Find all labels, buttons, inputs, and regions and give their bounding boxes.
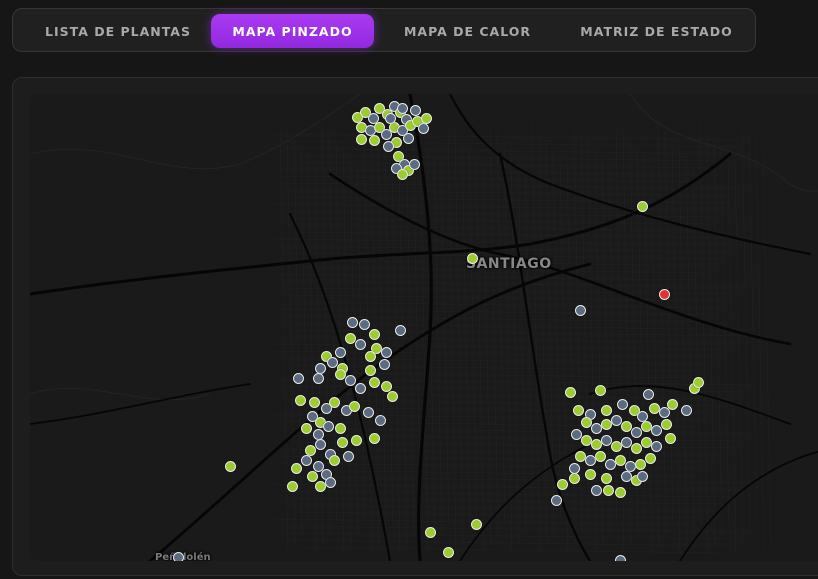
plant-pin[interactable] [307, 471, 318, 482]
plant-pin[interactable] [329, 397, 340, 408]
plant-pin[interactable] [659, 289, 670, 300]
plant-pin[interactable] [575, 305, 586, 316]
plant-pin[interactable] [337, 437, 348, 448]
plant-pin[interactable] [573, 405, 584, 416]
app-page: LISTA DE PLANTAS MAPA PINZADO MAPA DE CA… [0, 0, 818, 579]
plant-pin[interactable] [335, 347, 346, 358]
plant-pin[interactable] [313, 373, 324, 384]
tab-matriz-de-estado[interactable]: MATRIZ DE ESTADO [569, 14, 744, 48]
plant-pin[interactable] [369, 329, 380, 340]
plant-pin[interactable] [173, 552, 184, 561]
tab-mapa-pinzado[interactable]: MAPA PINZADO [211, 14, 374, 48]
plant-pin[interactable] [693, 377, 704, 388]
plant-pin[interactable] [569, 473, 580, 484]
plant-pin[interactable] [637, 471, 648, 482]
plant-pin[interactable] [645, 453, 656, 464]
plant-pin[interactable] [355, 383, 366, 394]
plant-pin[interactable] [335, 423, 346, 434]
plant-pin[interactable] [351, 435, 362, 446]
plant-pin[interactable] [345, 375, 356, 386]
plant-pin[interactable] [343, 451, 354, 462]
plant-pin[interactable] [651, 425, 662, 436]
plant-pin[interactable] [355, 339, 366, 350]
plant-pin[interactable] [443, 547, 454, 558]
plant-pin[interactable] [287, 481, 298, 492]
plant-pin[interactable] [365, 351, 376, 362]
plant-pin[interactable] [651, 441, 662, 452]
plant-pin[interactable] [595, 385, 606, 396]
plant-pin[interactable] [397, 169, 408, 180]
plant-pin[interactable] [551, 495, 562, 506]
plant-pin[interactable] [395, 325, 406, 336]
plant-pin[interactable] [363, 407, 374, 418]
tab-lista-de-plantas[interactable]: LISTA DE PLANTAS [29, 14, 207, 48]
plant-pin[interactable] [409, 159, 420, 170]
tab-mapa-de-calor[interactable]: MAPA DE CALOR [390, 14, 545, 48]
plant-pin[interactable] [359, 319, 370, 330]
plant-pin[interactable] [557, 479, 568, 490]
plant-pin[interactable] [425, 527, 436, 538]
plant-pin[interactable] [335, 369, 346, 380]
plant-pin[interactable] [471, 519, 482, 530]
plant-pin[interactable] [667, 399, 678, 410]
plant-pin[interactable] [631, 443, 642, 454]
plant-pin[interactable] [369, 377, 380, 388]
plant-pin[interactable] [347, 317, 358, 328]
plant-pin[interactable] [418, 123, 429, 134]
plant-pin[interactable] [585, 469, 596, 480]
plant-pin[interactable] [329, 455, 340, 466]
plant-pin[interactable] [617, 399, 628, 410]
plant-pin[interactable] [665, 433, 676, 444]
plant-pin[interactable] [631, 427, 642, 438]
plant-pin[interactable] [301, 423, 312, 434]
plant-pin[interactable] [565, 387, 576, 398]
plant-pin[interactable] [295, 395, 306, 406]
plant-pin[interactable] [661, 419, 672, 430]
plant-pin[interactable] [385, 113, 396, 124]
plant-pin[interactable] [369, 433, 380, 444]
plant-pin[interactable] [681, 405, 692, 416]
plant-pin[interactable] [365, 365, 376, 376]
plant-pin[interactable] [383, 141, 394, 152]
view-tabbar: LISTA DE PLANTAS MAPA PINZADO MAPA DE CA… [12, 8, 756, 52]
plant-map[interactable]: SANTIAGO Peñalolén [30, 94, 818, 561]
plant-pin[interactable] [315, 439, 326, 450]
plant-pin[interactable] [369, 135, 380, 146]
plant-pin[interactable] [381, 347, 392, 358]
plant-pin[interactable] [601, 473, 612, 484]
plant-pin[interactable] [591, 485, 602, 496]
plant-pin[interactable] [403, 133, 414, 144]
plant-pin[interactable] [569, 463, 580, 474]
plant-pin[interactable] [356, 134, 367, 145]
plant-pin[interactable] [379, 359, 390, 370]
plant-pin[interactable] [615, 487, 626, 498]
plant-pin[interactable] [375, 415, 386, 426]
plant-pin[interactable] [615, 555, 626, 561]
plant-pin[interactable] [387, 391, 398, 402]
plant-pin[interactable] [637, 201, 648, 212]
plant-pin[interactable] [309, 397, 320, 408]
plant-pin[interactable] [410, 105, 421, 116]
plant-pin[interactable] [349, 401, 360, 412]
plant-pin[interactable] [467, 253, 478, 264]
plant-pin[interactable] [301, 455, 312, 466]
plant-pin[interactable] [635, 459, 646, 470]
plant-pin[interactable] [603, 485, 614, 496]
plant-pin[interactable] [225, 461, 236, 472]
plant-pin[interactable] [323, 421, 334, 432]
plant-pin[interactable] [601, 405, 612, 416]
plant-pin[interactable] [397, 103, 408, 114]
plant-pin[interactable] [421, 113, 432, 124]
plant-pin[interactable] [325, 477, 336, 488]
plant-pin[interactable] [291, 463, 302, 474]
plant-pin[interactable] [595, 451, 606, 462]
plant-pin[interactable] [643, 389, 654, 400]
plant-pin[interactable] [293, 373, 304, 384]
street-network [30, 94, 818, 561]
